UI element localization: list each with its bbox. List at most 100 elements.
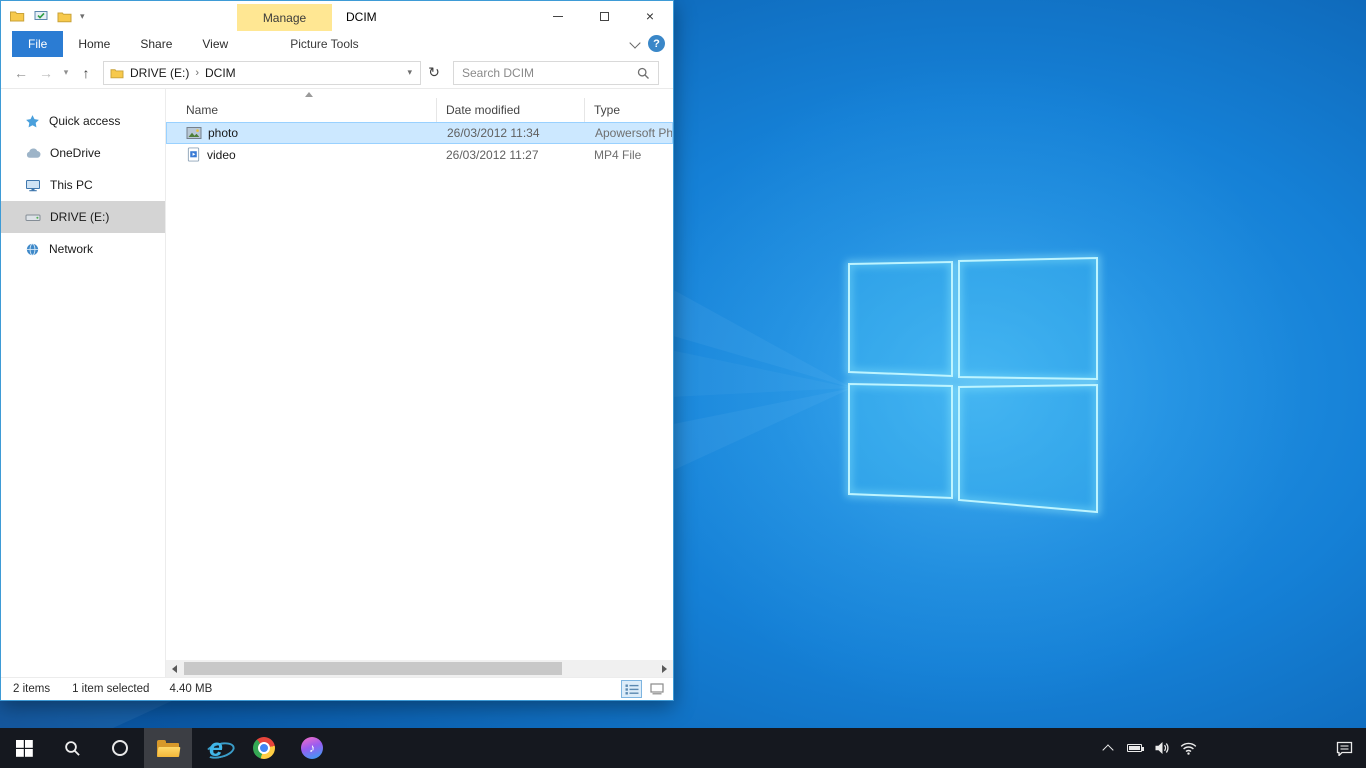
cortana-button[interactable]: [96, 728, 144, 768]
taskbar: e ♪: [0, 728, 1366, 768]
tab-picture-tools[interactable]: Picture Tools: [275, 31, 373, 57]
tray-show-hidden-icons-button[interactable]: [1094, 728, 1121, 768]
details-view-icon: [625, 684, 639, 695]
tray-network-button[interactable]: [1175, 728, 1202, 768]
chrome-icon: [253, 737, 275, 759]
sidebar-item-this-pc[interactable]: This PC: [1, 169, 165, 201]
taskbar-itunes-button[interactable]: ♪: [288, 728, 336, 768]
status-bar: 2 items 1 item selected 4.40 MB: [1, 677, 673, 700]
search-box[interactable]: [453, 61, 659, 85]
file-row-video[interactable]: video 26/03/2012 11:27 MP4 File: [166, 144, 673, 165]
file-row-photo[interactable]: photo 26/03/2012 11:34 Apowersoft Pho: [166, 122, 673, 144]
sidebar-item-label: DRIVE (E:): [50, 210, 109, 224]
details-view-button[interactable]: [621, 680, 642, 698]
network-icon: [25, 242, 40, 257]
this-pc-icon: [25, 178, 41, 193]
taskbar-file-explorer-button[interactable]: [144, 728, 192, 768]
forward-button[interactable]: →: [34, 61, 58, 85]
taskbar-chrome-button[interactable]: [240, 728, 288, 768]
itunes-icon: ♪: [301, 737, 323, 759]
battery-icon: [1127, 744, 1142, 752]
close-button[interactable]: ×: [627, 1, 673, 31]
minimize-button[interactable]: [535, 1, 581, 31]
tab-view[interactable]: View: [187, 31, 243, 57]
expand-ribbon-chevron-icon[interactable]: [629, 37, 640, 48]
breadcrumb-drive[interactable]: DRIVE (E:): [124, 66, 195, 80]
sidebar-item-onedrive[interactable]: OneDrive: [1, 137, 165, 169]
title-bar[interactable]: ▾ Manage DCIM ×: [1, 1, 673, 31]
search-input[interactable]: [454, 63, 630, 83]
tab-share[interactable]: Share: [125, 31, 187, 57]
minimize-icon: [553, 16, 563, 17]
selection-count: 1 item selected: [72, 683, 149, 695]
quick-access-star-icon: [25, 114, 40, 129]
window-content: Quick access OneDrive This PC: [1, 89, 673, 677]
tab-file[interactable]: File: [12, 31, 63, 57]
scroll-left-arrow-icon[interactable]: [166, 660, 183, 677]
scrollbar-thumb[interactable]: [184, 662, 562, 675]
taskbar-search-icon: [64, 740, 81, 757]
action-center-icon: [1336, 741, 1353, 756]
file-type: Apowersoft Pho: [586, 126, 672, 140]
navigation-pane: Quick access OneDrive This PC: [1, 89, 166, 677]
file-rows: photo 26/03/2012 11:34 Apowersoft Pho vi…: [166, 122, 673, 660]
column-header-name[interactable]: Name: [166, 98, 437, 122]
address-folder-icon: [110, 67, 124, 79]
qat-properties-icon[interactable]: [33, 9, 49, 23]
sidebar-item-label: This PC: [50, 178, 93, 192]
qat-new-folder-icon[interactable]: [57, 10, 72, 23]
system-tray: [1094, 728, 1366, 768]
sidebar-item-network[interactable]: Network: [1, 233, 165, 265]
address-breadcrumb-box[interactable]: DRIVE (E:) › DCIM ▾: [103, 61, 421, 85]
file-list-area: Name Date modified Type photo 26/03/2012…: [166, 89, 673, 677]
scroll-right-arrow-icon[interactable]: [656, 660, 673, 677]
maximize-button[interactable]: [581, 1, 627, 31]
up-button[interactable]: ↑: [74, 61, 98, 85]
item-count: 2 items: [13, 683, 50, 695]
refresh-button[interactable]: ↻: [422, 61, 446, 85]
photo-file-icon: [186, 126, 202, 140]
sidebar-item-label: Network: [49, 242, 93, 256]
column-headers: Name Date modified Type: [166, 98, 673, 122]
close-icon: ×: [646, 8, 654, 24]
window-controls: ×: [535, 1, 673, 31]
column-header-date-modified[interactable]: Date modified: [437, 98, 585, 122]
tray-volume-button[interactable]: [1148, 728, 1175, 768]
large-icons-view-icon: [650, 683, 664, 695]
tab-home[interactable]: Home: [63, 31, 125, 57]
horizontal-scrollbar[interactable]: [166, 660, 673, 677]
large-icons-view-button[interactable]: [646, 680, 667, 698]
file-explorer-window: ▾ Manage DCIM × File Home Share View Pic…: [0, 0, 674, 701]
file-date-modified: 26/03/2012 11:27: [437, 148, 585, 162]
qat-customize-chevron-icon[interactable]: ▾: [80, 12, 85, 21]
quick-access-toolbar: ▾: [1, 8, 85, 24]
scrollbar-track[interactable]: [183, 660, 656, 677]
sidebar-item-drive-e[interactable]: DRIVE (E:): [1, 201, 165, 233]
sidebar-item-quick-access[interactable]: Quick access: [1, 105, 165, 137]
manage-contextual-tab[interactable]: Manage: [237, 4, 332, 31]
maximize-icon: [600, 12, 609, 21]
address-dropdown-chevron-icon[interactable]: ▾: [403, 67, 416, 78]
internet-explorer-icon: e: [209, 736, 223, 761]
breadcrumb-dcim[interactable]: DCIM: [199, 66, 242, 80]
column-header-type[interactable]: Type: [585, 98, 673, 122]
taskbar-internet-explorer-button[interactable]: e: [192, 728, 240, 768]
file-explorer-icon: [157, 740, 179, 757]
action-center-button[interactable]: [1322, 728, 1366, 768]
wifi-icon: [1180, 742, 1197, 755]
drive-icon: [25, 210, 41, 225]
help-button[interactable]: ?: [648, 35, 665, 52]
file-type: MP4 File: [585, 148, 673, 162]
address-bar: ← → ▾ ↑ DRIVE (E:) › DCIM ▾ ↻: [1, 57, 673, 89]
tray-battery-button[interactable]: [1121, 728, 1148, 768]
taskbar-search-button[interactable]: [48, 728, 96, 768]
file-date-modified: 26/03/2012 11:34: [438, 126, 586, 140]
recent-locations-chevron-icon[interactable]: ▾: [59, 61, 73, 85]
selection-size: 4.40 MB: [169, 683, 212, 695]
back-button[interactable]: ←: [9, 61, 33, 85]
tray-spacer: [1202, 728, 1322, 768]
search-icon: [637, 67, 650, 80]
sidebar-item-label: OneDrive: [50, 146, 101, 160]
start-button[interactable]: [0, 728, 48, 768]
windows-start-icon: [16, 740, 33, 757]
